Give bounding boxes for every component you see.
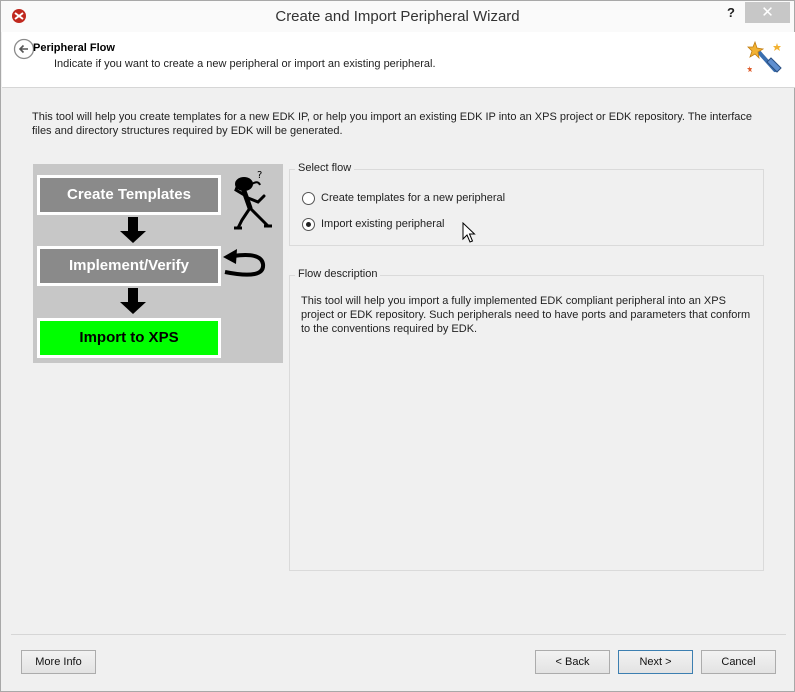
radio-import-existing[interactable]: Import existing peripheral xyxy=(302,216,445,232)
flow-step-import-to-xps: Import to XPS xyxy=(37,318,221,358)
flow-description-group: Flow description This tool will help you… xyxy=(289,268,764,571)
flow-description-label: Flow description xyxy=(295,268,381,280)
thinking-figure-icon: ? xyxy=(234,170,272,230)
more-info-button[interactable]: More Info xyxy=(21,650,96,674)
cancel-button[interactable]: Cancel xyxy=(701,650,776,674)
flow-step-implement-verify: Implement/Verify xyxy=(37,246,221,286)
window-title: Create and Import Peripheral Wizard xyxy=(275,8,520,25)
back-button[interactable]: < Back xyxy=(535,650,610,674)
wizard-window: Create and Import Peripheral Wizard ? ✕ … xyxy=(0,0,795,692)
next-button[interactable]: Next > xyxy=(618,650,693,674)
select-flow-group: Select flow Create templates for a new p… xyxy=(289,162,764,246)
page-title: Peripheral Flow xyxy=(33,42,115,54)
intro-description: This tool will help you create templates… xyxy=(32,111,753,137)
back-arrow-icon[interactable] xyxy=(13,38,35,60)
radio-button[interactable] xyxy=(302,191,315,205)
footer-divider xyxy=(11,634,786,635)
flow-description-text: This tool will help you import a fully i… xyxy=(301,295,751,335)
wizard-header: Peripheral Flow Indicate if you want to … xyxy=(2,32,795,88)
flow-diagram: Create Templates Implement/Verify Import… xyxy=(33,164,283,363)
svg-text:?: ? xyxy=(257,170,262,181)
help-button[interactable]: ? xyxy=(717,3,745,23)
mouse-cursor-icon xyxy=(462,222,476,243)
radio-button[interactable] xyxy=(302,217,315,231)
radio-create-templates-label[interactable]: Create templates for a new peripheral xyxy=(321,192,505,204)
title-bar: Create and Import Peripheral Wizard ? ✕ xyxy=(1,1,794,32)
radio-create-templates[interactable]: Create templates for a new peripheral xyxy=(302,190,505,206)
arrow-down-icon xyxy=(120,217,146,243)
close-button[interactable]: ✕ xyxy=(745,2,790,23)
page-subtitle: Indicate if you want to create a new per… xyxy=(54,58,436,70)
flow-step-create-templates: Create Templates xyxy=(37,175,221,215)
select-flow-label: Select flow xyxy=(295,162,355,174)
arrow-down-icon xyxy=(120,288,146,314)
radio-import-existing-label[interactable]: Import existing peripheral xyxy=(321,218,445,230)
wizard-wand-icon xyxy=(747,40,782,73)
loop-arrow-icon xyxy=(223,249,266,277)
